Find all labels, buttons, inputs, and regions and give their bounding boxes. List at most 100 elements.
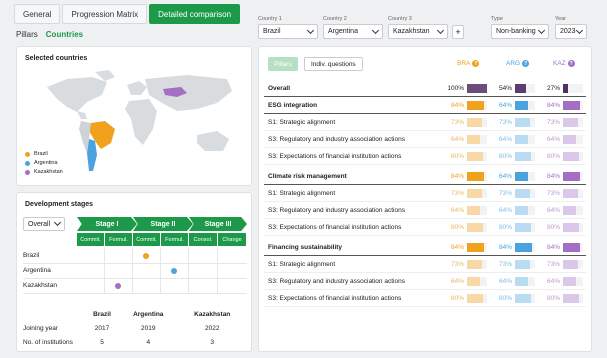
- score-value: 73%: [546, 189, 560, 197]
- score-bar-track: [467, 222, 487, 232]
- score-cell-arg: 54%: [490, 83, 535, 93]
- score-cell-kaz: 84%: [538, 242, 583, 252]
- filter-country1-label: Country 1: [258, 16, 282, 22]
- score-bar-track: [515, 151, 535, 161]
- score-bar: [467, 205, 480, 215]
- help-icon[interactable]: ?: [472, 60, 480, 67]
- chevron-down-icon: [306, 26, 315, 34]
- score-cell-kaz: 80%: [538, 151, 583, 161]
- score-bar: [467, 151, 483, 161]
- score-value: 73%: [546, 118, 560, 126]
- table-row-label: Joining year: [23, 324, 59, 332]
- score-bar: [563, 83, 569, 93]
- stage-marker-kazakhstan: [115, 283, 121, 289]
- score-bar: [467, 188, 482, 198]
- help-icon[interactable]: ?: [522, 60, 530, 67]
- score-cell-kaz: 27%: [538, 83, 583, 93]
- subnav-pillars[interactable]: Pillars: [16, 30, 38, 39]
- add-country-button[interactable]: +: [452, 25, 464, 39]
- tab-detailed-comparison[interactable]: Detailed comparison: [149, 4, 241, 24]
- col-arg-label: ARG: [506, 60, 521, 67]
- score-cell-kaz: 64%: [538, 205, 583, 215]
- table-row: Climate risk management 84% 64% 84%: [264, 168, 586, 185]
- filter-country3-label: Country 3: [388, 16, 412, 22]
- row-label: S1: Strategic alignment: [268, 119, 336, 126]
- subnav: Pillars Countries: [16, 30, 91, 39]
- sub-formul-1: Formul.: [105, 233, 132, 246]
- row-label: S3: Regulatory and industry association …: [268, 207, 405, 214]
- score-value: 84%: [546, 243, 560, 251]
- score-bar: [563, 276, 576, 286]
- row-label: S3: Expectations of financial institutio…: [268, 153, 402, 160]
- help-icon[interactable]: ?: [567, 60, 575, 67]
- tab-indiv-questions[interactable]: Indiv. questions: [304, 57, 363, 71]
- legend-label: Kazakhstan: [34, 169, 63, 175]
- table-row: No. of institutions 5 4 3: [23, 335, 247, 349]
- score-value: 73%: [450, 260, 464, 268]
- tab-general[interactable]: General: [14, 4, 61, 24]
- table-row: S3: Regulatory and industry association …: [264, 202, 586, 219]
- stage-marker-argentina: [171, 268, 177, 274]
- table-row: Joining year 2017 2019 2022: [23, 321, 247, 335]
- score-value: 54%: [498, 84, 512, 92]
- score-cell-kaz: 73%: [538, 259, 583, 269]
- grid-line: [217, 248, 218, 294]
- score-bar: [467, 293, 483, 303]
- argentina-shape: [87, 139, 97, 171]
- score-bar-track: [515, 222, 535, 232]
- score-value: 80%: [450, 223, 464, 231]
- row-label: S1: Strategic alignment: [268, 190, 336, 197]
- col-head-kaz: KAZ ?: [553, 60, 575, 67]
- central-america-shape: [77, 111, 87, 119]
- country3-select[interactable]: Kazakhstan: [388, 24, 448, 39]
- legend-dot-kazakhstan: [25, 169, 30, 175]
- score-bar: [515, 205, 528, 215]
- row-label: S3: Expectations of financial institutio…: [268, 224, 402, 231]
- score-bar-track: [515, 117, 535, 127]
- score-bar: [563, 134, 576, 144]
- score-cell-arg: 73%: [490, 117, 535, 127]
- stage-filter-select[interactable]: Overall: [23, 217, 65, 231]
- score-value: 73%: [498, 260, 512, 268]
- table-header: Brazil: [93, 310, 111, 318]
- tab-progression-matrix[interactable]: Progression Matrix: [62, 4, 148, 24]
- score-bar: [515, 171, 528, 181]
- score-cell-arg: 64%: [490, 171, 535, 181]
- subnav-countries[interactable]: Countries: [46, 30, 83, 39]
- score-bar: [515, 276, 528, 286]
- score-cell-arg: 64%: [490, 100, 535, 110]
- score-value: 84%: [450, 101, 464, 109]
- score-cell-bra: 84%: [442, 100, 487, 110]
- score-value: 84%: [498, 243, 512, 251]
- score-bar-track: [467, 242, 487, 252]
- country2-select[interactable]: Argentina: [323, 24, 383, 39]
- score-cell-bra: 80%: [442, 222, 487, 232]
- filter-country2-label: Country 2: [323, 16, 347, 22]
- score-value: 100%: [447, 84, 464, 92]
- score-cell-bra: 80%: [442, 293, 487, 303]
- score-cell-kaz: 84%: [538, 171, 583, 181]
- score-value: 64%: [498, 206, 512, 214]
- score-bar-track: [515, 83, 535, 93]
- score-cell-arg: 73%: [490, 259, 535, 269]
- score-bar-track: [467, 293, 487, 303]
- stage-marker-brazil: [143, 253, 149, 259]
- score-cell-bra: 100%: [442, 83, 487, 93]
- grid-line: [23, 263, 247, 264]
- europe-shape: [127, 81, 147, 95]
- col-kaz-label: KAZ: [553, 60, 566, 67]
- type-select[interactable]: Non-banking: [491, 24, 549, 39]
- map-card: Selected countries Brazil Argentina Kaza…: [16, 46, 252, 186]
- year-select[interactable]: 2023: [555, 24, 587, 39]
- legend-label: Argentina: [34, 160, 58, 166]
- score-bar: [563, 117, 578, 127]
- score-bar: [515, 83, 526, 93]
- score-bar-track: [467, 134, 487, 144]
- table-row: S3: Expectations of financial institutio…: [264, 219, 586, 236]
- score-value: 27%: [546, 84, 560, 92]
- table-row: Financing sustainability 84% 84% 84%: [264, 239, 586, 256]
- score-value: 64%: [450, 277, 464, 285]
- country1-select[interactable]: Brazil: [258, 24, 318, 39]
- score-cell-arg: 64%: [490, 205, 535, 215]
- tab-pillars[interactable]: Pillars: [268, 57, 298, 71]
